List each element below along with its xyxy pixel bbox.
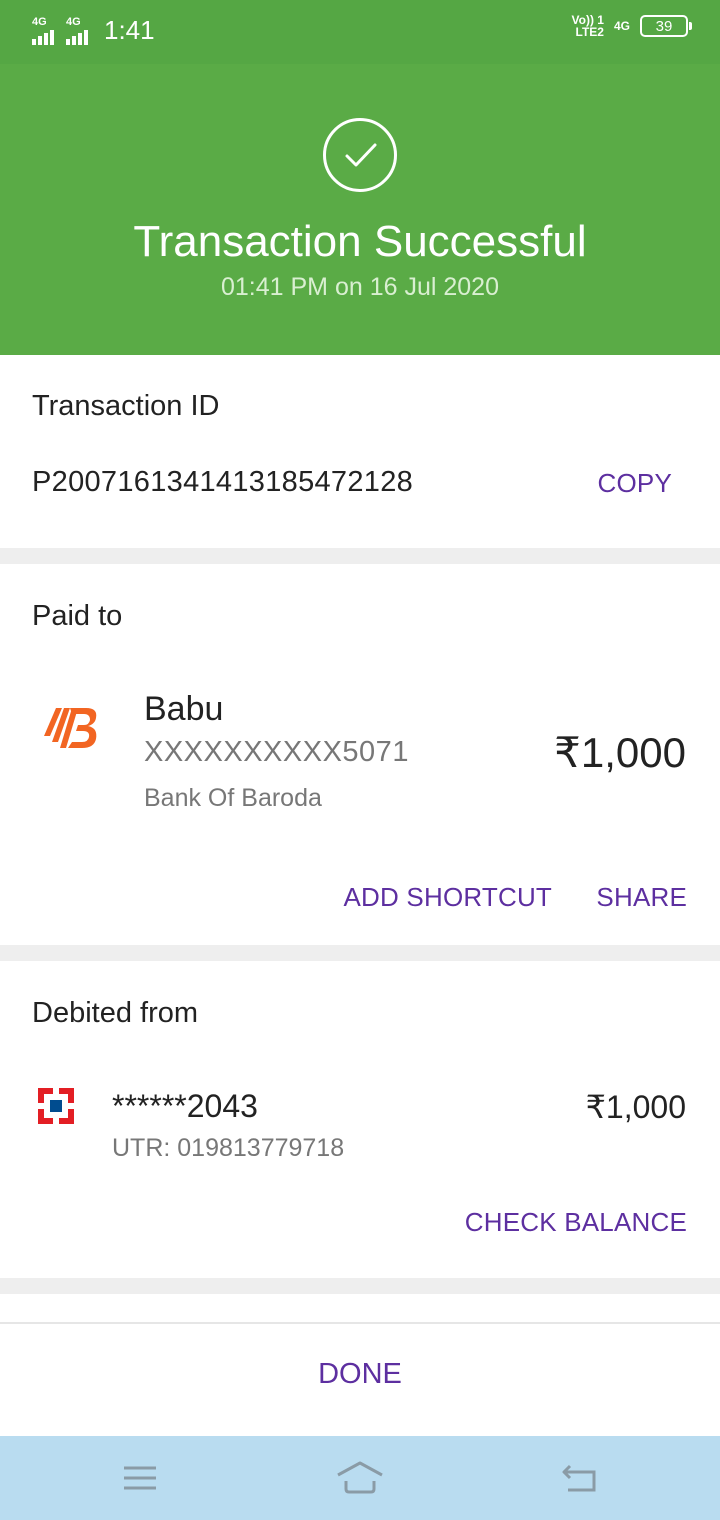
hdfc-logo-icon [38,1088,74,1124]
volte-indicator: Vo)) 1 LTE2 [572,14,604,38]
back-icon[interactable] [550,1456,610,1500]
utr-number: UTR: 019813779718 [112,1134,345,1162]
success-header: Transaction Successful 01:41 PM on 16 Ju… [0,64,720,355]
clock: 1:41 [104,15,155,45]
status-left: 4G 4G 1:41 [32,15,155,45]
paid-amount: ₹1,000 [554,729,686,776]
home-icon[interactable] [330,1456,390,1500]
network-type: 4G [613,19,630,33]
page-title: Transaction Successful [133,217,587,266]
transaction-id-label: Transaction ID [32,390,220,422]
payee-name: Babu [144,690,224,728]
sim1-signal-icon: 4G [32,17,56,45]
battery-level: 39 [655,17,673,35]
payee-bank: Bank Of Baroda [144,784,322,812]
copy-button[interactable]: COPY [598,468,672,499]
sim2-signal-icon: 4G [66,17,90,45]
payee-account: XXXXXXXXXX5071 [144,736,409,768]
done-divider [0,1322,720,1324]
bank-of-baroda-logo-icon [40,702,102,754]
section-divider [0,945,720,961]
sim2-label: 4G [66,16,81,28]
battery-icon: 39 [640,15,692,37]
paid-to-label: Paid to [32,600,123,632]
checkmark-icon [323,118,397,192]
menu-icon[interactable] [110,1456,170,1500]
share-button[interactable]: SHARE [596,882,687,913]
transaction-id-value: P2007161341413185472128 [32,466,414,498]
sim1-label: 4G [32,16,47,28]
status-bar: 4G 4G 1:41 Vo)) 1 LTE2 4G 39 [0,0,720,64]
debit-account: ******2043 [112,1088,258,1124]
section-divider [0,548,720,564]
check-balance-button[interactable]: CHECK BALANCE [465,1207,687,1238]
section-divider [0,1278,720,1294]
transaction-datetime: 01:41 PM on 16 Jul 2020 [221,273,499,301]
add-shortcut-button[interactable]: ADD SHORTCUT [344,882,552,913]
navigation-bar [0,1436,720,1520]
volte-bottom: LTE2 [575,25,604,39]
status-right: Vo)) 1 LTE2 4G 39 [572,14,692,38]
done-button[interactable]: DONE [0,1358,720,1391]
debited-from-label: Debited from [32,997,199,1029]
debited-amount: ₹1,000 [585,1089,686,1125]
